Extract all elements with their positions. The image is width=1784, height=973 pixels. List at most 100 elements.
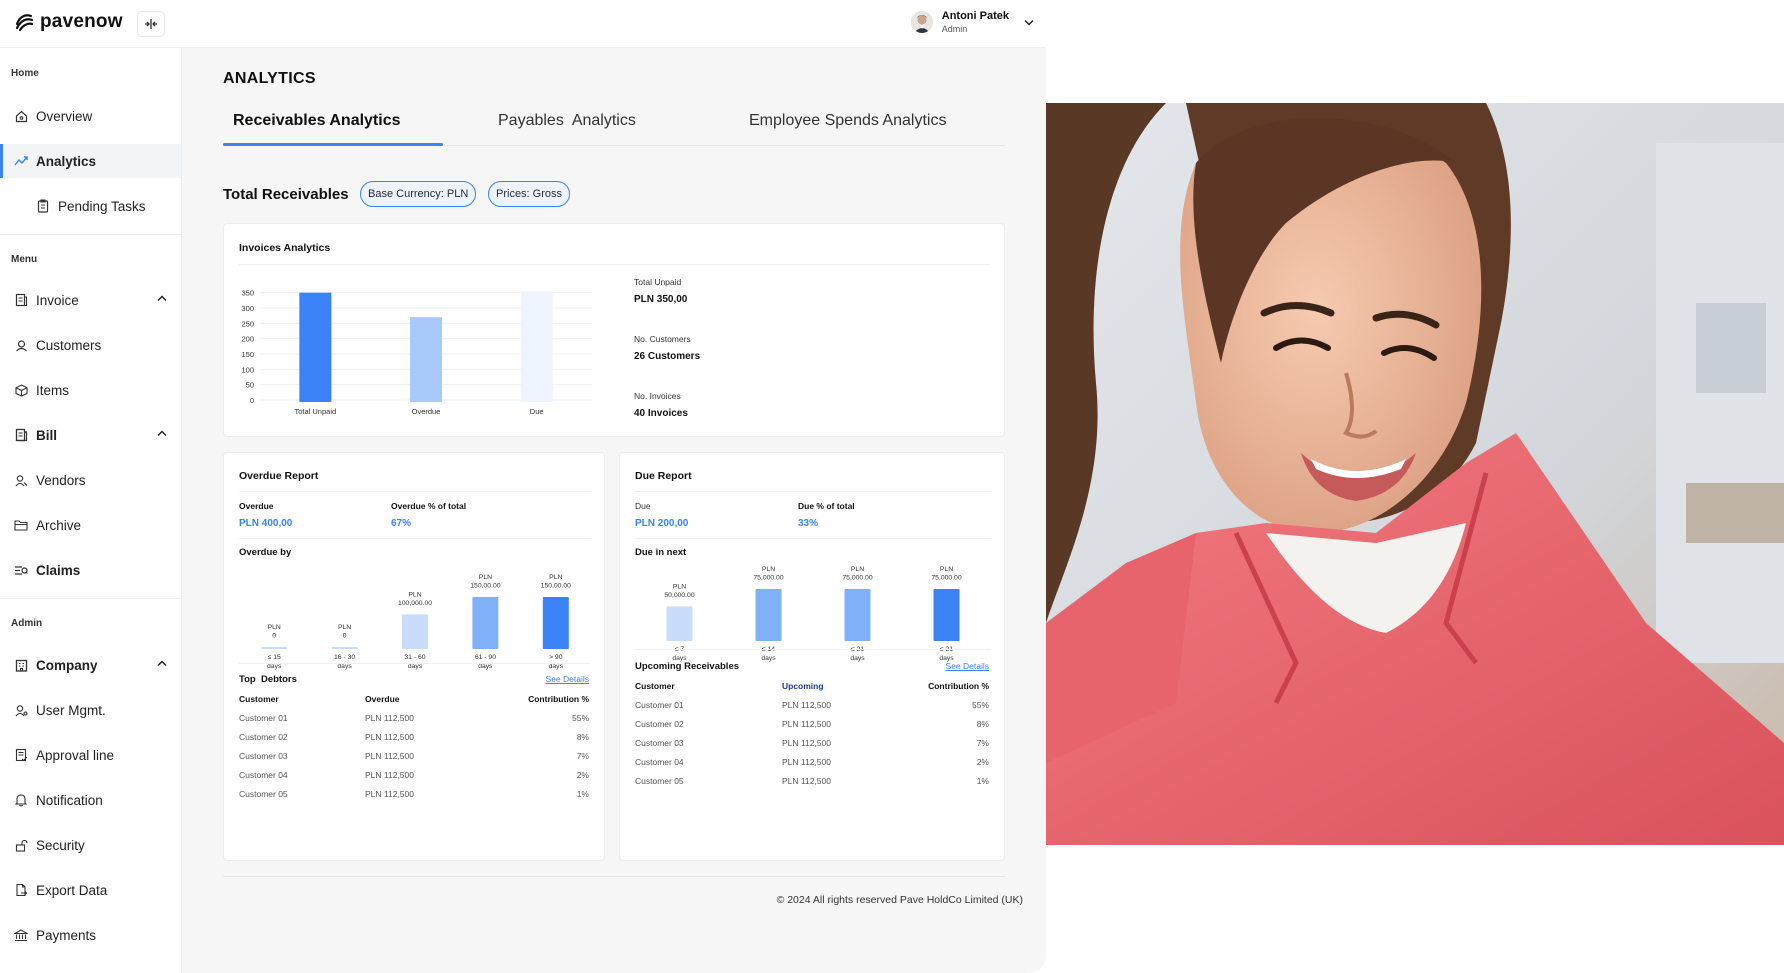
column-header[interactable]: Customer bbox=[635, 681, 675, 691]
lock-icon bbox=[14, 838, 28, 852]
sidebar-item-label: Export Data bbox=[36, 882, 108, 898]
stat-value: PLN 350,00 bbox=[634, 294, 688, 305]
data-label: PLN 100,000.00 bbox=[398, 591, 432, 607]
table-cell: Customer 05 bbox=[635, 776, 684, 786]
table-cell: 2% bbox=[976, 757, 989, 767]
sidebar-item-label: Company bbox=[36, 657, 98, 673]
bar bbox=[299, 292, 332, 402]
folder-icon bbox=[14, 518, 28, 532]
brand-logo[interactable]: pavenow bbox=[14, 11, 123, 33]
chevron-up-icon[interactable] bbox=[157, 430, 167, 437]
overdue-by-bar-chart: PLN 0 ≤ 15 days PLN 0 16 - 30 days PLN 100,000.00… bbox=[261, 574, 571, 670]
sidebar-item-security[interactable]: Security bbox=[0, 828, 181, 862]
invoice-icon bbox=[14, 293, 28, 307]
data-label: PLN 0 bbox=[338, 624, 351, 640]
customers-icon bbox=[14, 338, 28, 352]
tab-payables-analytics[interactable]: Payables Analytics bbox=[498, 112, 636, 130]
section-label-menu: Menu bbox=[11, 254, 38, 265]
see-details-link[interactable]: See Details bbox=[546, 674, 589, 684]
sidebar-item-notification[interactable]: Notification bbox=[0, 783, 181, 817]
sidebar-item-export-data[interactable]: Export Data bbox=[0, 873, 181, 907]
footer-divider bbox=[223, 876, 1005, 877]
page-title: ANALYTICS bbox=[223, 70, 316, 87]
column-header[interactable]: Upcoming bbox=[782, 681, 824, 691]
bar bbox=[261, 647, 288, 649]
sidebar-divider bbox=[0, 234, 181, 235]
woman-smiling-photo bbox=[1046, 103, 1784, 845]
collapse-icon bbox=[144, 18, 158, 30]
chevron-down-icon bbox=[1024, 19, 1034, 26]
due-pct-value: 33% bbox=[798, 518, 819, 529]
y-tick-label: 100 bbox=[241, 365, 254, 374]
column-header[interactable]: Contribution % bbox=[528, 694, 589, 704]
table-cell: PLN 112,500 bbox=[782, 776, 831, 786]
sidebar-item-user-mgmt[interactable]: User Mgmt. bbox=[0, 693, 181, 727]
table-cell: Customer 01 bbox=[635, 700, 684, 710]
table-cell: Customer 02 bbox=[635, 719, 684, 729]
chevron-up-icon[interactable] bbox=[157, 295, 167, 302]
sidebar-item-overview[interactable]: Overview bbox=[0, 99, 181, 133]
card-title: Overdue Report bbox=[239, 470, 319, 482]
x-tick-label: 31 - 60 days bbox=[404, 654, 425, 670]
table-cell: 8% bbox=[976, 719, 989, 729]
sidebar-item-company[interactable]: Company bbox=[0, 648, 181, 682]
card-divider bbox=[239, 264, 991, 265]
sidebar-item-approval-line[interactable]: Approval line bbox=[0, 738, 181, 772]
sidebar-item-customers[interactable]: Customers bbox=[0, 328, 181, 362]
data-label: PLN 150,00.00 bbox=[541, 574, 571, 590]
top-bar: pavenow Antoni Patek Admin bbox=[0, 0, 1046, 48]
user-name: Antoni Patek bbox=[941, 10, 1009, 22]
tab-employee-spends-analytics[interactable]: Employee Spends Analytics bbox=[749, 112, 946, 130]
bar bbox=[755, 589, 782, 641]
bar bbox=[666, 606, 693, 641]
sidebar-item-archive[interactable]: Archive bbox=[0, 508, 181, 542]
bar bbox=[402, 614, 428, 649]
table-cell: Customer 03 bbox=[635, 738, 684, 748]
sidebar-item-pending-tasks[interactable]: Pending Tasks bbox=[0, 189, 181, 223]
table-cell: 1% bbox=[576, 789, 589, 799]
table-cell: 7% bbox=[576, 751, 589, 761]
section-title: Total Receivables bbox=[223, 186, 349, 203]
user-menu[interactable]: Antoni Patek Admin bbox=[910, 9, 1034, 35]
sidebar-item-claims[interactable]: Claims bbox=[0, 553, 181, 587]
sidebar-item-items[interactable]: Items bbox=[0, 373, 181, 407]
collapse-sidebar-button[interactable] bbox=[137, 11, 165, 37]
card-divider bbox=[635, 649, 991, 650]
sidebar-item-label: Analytics bbox=[36, 153, 97, 169]
sidebar-item-analytics[interactable]: Analytics bbox=[0, 144, 181, 178]
table-cell: 55% bbox=[971, 700, 989, 710]
export-icon bbox=[14, 883, 28, 897]
sidebar-item-label: User Mgmt. bbox=[36, 702, 106, 718]
base-currency-pill[interactable]: Base Currency: PLN bbox=[360, 181, 477, 207]
stat-label: No. Invoices bbox=[634, 391, 681, 401]
table-cell: PLN 112,500 bbox=[782, 719, 831, 729]
sidebar-item-label: Notification bbox=[36, 792, 103, 808]
chevron-up-icon[interactable] bbox=[157, 660, 167, 667]
data-label: PLN 75,000.00 bbox=[931, 566, 961, 582]
section-label-admin: Admin bbox=[11, 618, 43, 629]
table-cell: PLN 112,500 bbox=[365, 713, 414, 723]
see-details-link[interactable]: See Details bbox=[946, 661, 989, 671]
overdue-value: PLN 400,00 bbox=[239, 518, 293, 529]
bar bbox=[933, 589, 960, 641]
sidebar-item-payments[interactable]: Payments bbox=[0, 918, 181, 952]
prices-pill[interactable]: Prices: Gross bbox=[488, 181, 571, 207]
stat-value: 40 Invoices bbox=[634, 408, 688, 419]
column-header[interactable]: Customer bbox=[239, 694, 279, 704]
company-icon bbox=[14, 658, 28, 672]
data-label: PLN 50,000.00 bbox=[664, 583, 694, 599]
bar bbox=[331, 647, 358, 649]
sidebar-item-label: Items bbox=[36, 382, 70, 398]
bell-icon bbox=[14, 793, 28, 807]
table-cell: 1% bbox=[976, 776, 989, 786]
sidebar-item-invoice[interactable]: Invoice bbox=[0, 283, 181, 317]
column-header[interactable]: Overdue bbox=[365, 694, 400, 704]
stat-label: No. Customers bbox=[634, 334, 691, 344]
tab-receivables-analytics[interactable]: Receivables Analytics bbox=[233, 112, 401, 130]
trend-icon bbox=[14, 154, 28, 168]
sidebar-item-label: Overview bbox=[36, 108, 93, 124]
sidebar-item-vendors[interactable]: Vendors bbox=[0, 463, 181, 497]
sidebar-item-bill[interactable]: Bill bbox=[0, 418, 181, 452]
column-header[interactable]: Contribution % bbox=[928, 681, 989, 691]
table-cell: Customer 01 bbox=[239, 713, 288, 723]
